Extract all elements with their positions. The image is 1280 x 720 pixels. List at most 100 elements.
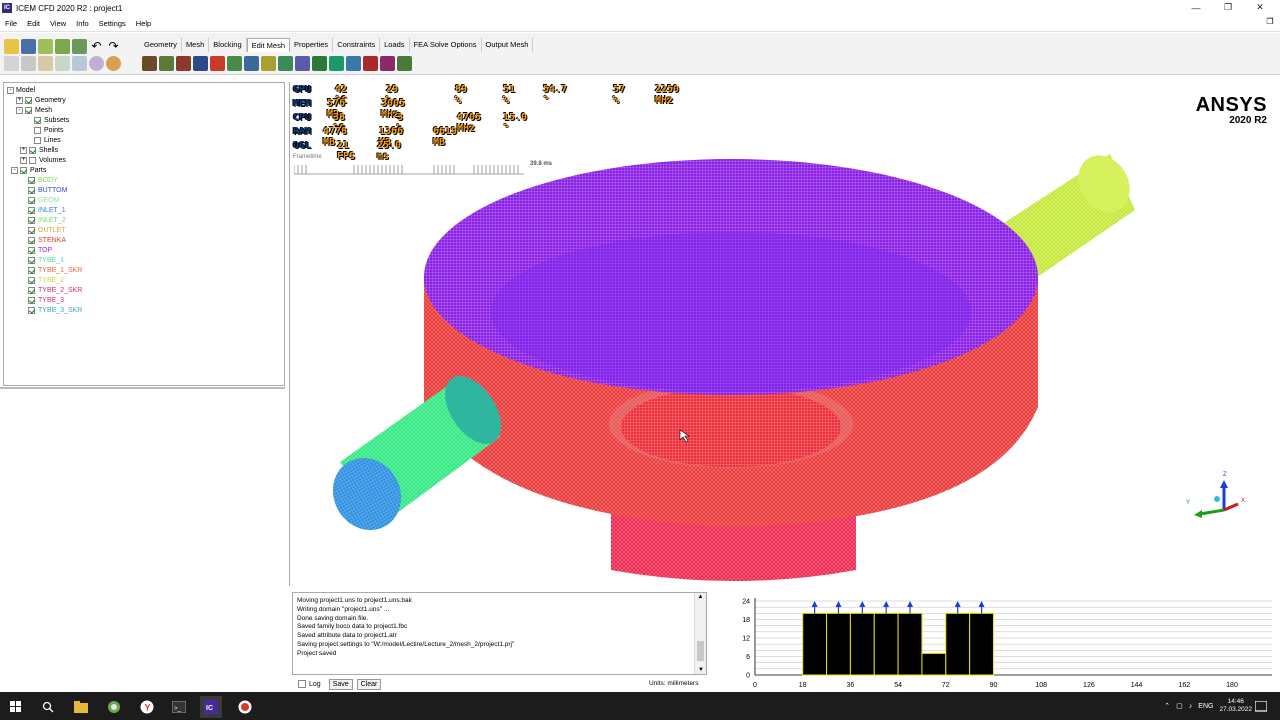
search-icon[interactable] [37, 696, 59, 718]
tab-constraints[interactable]: Constraints [333, 38, 381, 52]
delete-elements-icon[interactable] [380, 56, 395, 71]
geometry-checkbox[interactable] [25, 96, 32, 104]
menu-view[interactable]: View [45, 19, 71, 28]
volumes-checkbox[interactable] [29, 156, 36, 164]
tab-properties[interactable]: Properties [290, 38, 334, 52]
close-icon[interactable]: ✕ [1244, 0, 1276, 15]
menu-edit[interactable]: Edit [22, 19, 45, 28]
clear-log-button[interactable]: Clear [356, 678, 382, 690]
move-nodes-icon[interactable] [261, 56, 276, 71]
windows-start-icon[interactable] [5, 696, 27, 718]
browser-icon[interactable] [103, 696, 125, 718]
save-project-icon[interactable] [72, 39, 87, 54]
refresh-icon[interactable] [55, 56, 70, 71]
menu-file[interactable]: File [0, 19, 22, 28]
notifications-icon[interactable] [1250, 696, 1272, 718]
tab-loads[interactable]: Loads [380, 38, 410, 52]
network-icon[interactable]: ▢ [1176, 702, 1183, 710]
menu-help[interactable]: Help [131, 19, 156, 28]
tree-mesh-points[interactable]: Points [25, 125, 63, 135]
display-quality-icon[interactable] [159, 56, 174, 71]
tree-model[interactable]: - Model [7, 85, 35, 95]
tree-part[interactable]: TYBE_1 [28, 255, 64, 265]
part-checkbox[interactable] [28, 296, 35, 304]
open-icon[interactable] [4, 39, 19, 54]
tree-part[interactable]: TYBE_2_SKR [28, 285, 82, 295]
tree-part[interactable]: BODY [28, 175, 58, 185]
part-checkbox[interactable] [28, 246, 35, 254]
part-checkbox[interactable] [28, 206, 35, 214]
tree-mesh-shells[interactable]: + Shells [20, 145, 58, 155]
reorient-icon[interactable] [346, 56, 361, 71]
subsets-checkbox[interactable] [34, 116, 41, 124]
tab-edit-mesh[interactable]: Edit Mesh [246, 38, 290, 52]
tab-output-mesh[interactable]: Output Mesh [482, 38, 534, 52]
tree-part[interactable]: STENKA [28, 235, 66, 245]
part-checkbox[interactable] [28, 266, 35, 274]
tree-mesh-lines[interactable]: Lines [25, 135, 61, 145]
tree-part[interactable]: GEOM [28, 195, 59, 205]
tree-part[interactable]: INLET_2 [28, 215, 66, 225]
merge-nodes-icon[interactable] [227, 56, 242, 71]
delete-nodes-icon[interactable] [363, 56, 378, 71]
scroll-thumb[interactable] [697, 641, 704, 661]
scroll-up-icon[interactable]: ▲ [695, 594, 706, 600]
terminal-icon[interactable]: >_ [168, 696, 190, 718]
expand-icon[interactable]: + [20, 146, 27, 154]
edit-distributed-icon[interactable] [397, 56, 412, 71]
part-checkbox[interactable] [28, 286, 35, 294]
clock[interactable]: 14:46 27.03.2022 [1219, 698, 1252, 714]
histogram-chart[interactable]: 241812600 18 36 54 72 90 108 126 144 162 180 [712, 592, 1280, 692]
tree-part[interactable]: TYBE_1_SKR [28, 265, 82, 275]
tab-fea-solve-options[interactable]: FEA Solve Options [410, 38, 482, 52]
parts-checkbox[interactable] [20, 166, 27, 174]
graphics-viewport[interactable]: Z Y X ANSYS 2020 R2 GPU 42 °C 29 % 89 % 51 %… [289, 82, 1279, 586]
tree-part[interactable]: TYBE_3_SKR [28, 305, 82, 315]
quality-histogram[interactable]: 24 18 12 6 0 0 18 36 54 72 90 108 126 144 162 180 [712, 592, 1280, 692]
tree-part[interactable]: TYBE_3 [28, 295, 64, 305]
tab-geometry[interactable]: Geometry [140, 38, 182, 52]
log-checkbox[interactable] [298, 680, 306, 688]
mesh-checkbox[interactable] [25, 106, 32, 114]
expand-icon[interactable]: + [20, 156, 27, 164]
fit-window-icon[interactable] [4, 56, 19, 71]
check-mesh-icon[interactable] [142, 56, 157, 71]
renumber-icon[interactable] [329, 56, 344, 71]
part-checkbox[interactable] [28, 196, 35, 204]
tree-part[interactable]: TYBE_2 [28, 275, 64, 285]
transparency-icon[interactable] [106, 56, 121, 71]
language-indicator[interactable]: ENG [1198, 703, 1213, 710]
panel-splitter[interactable] [0, 387, 285, 389]
part-checkbox[interactable] [28, 176, 35, 184]
part-checkbox[interactable] [28, 306, 35, 314]
restore-icon[interactable]: ❐ [1264, 17, 1276, 29]
part-checkbox[interactable] [28, 276, 35, 284]
menu-settings[interactable]: Settings [94, 19, 131, 28]
tree-geometry[interactable]: + Geometry [16, 95, 66, 105]
speaker-icon[interactable]: ♪ [1189, 703, 1193, 710]
save-log-button[interactable]: Save [328, 678, 353, 690]
part-checkbox[interactable] [28, 256, 35, 264]
tree-part[interactable]: TOP [28, 245, 52, 255]
maximize-icon[interactable]: ❐ [1212, 0, 1244, 15]
repair-mesh-icon[interactable] [210, 56, 225, 71]
save-icon[interactable] [21, 39, 36, 54]
collapse-icon[interactable]: - [7, 86, 14, 94]
lines-checkbox[interactable] [34, 136, 41, 144]
part-checkbox[interactable] [28, 236, 35, 244]
points-checkbox[interactable] [34, 126, 41, 134]
tab-blocking[interactable]: Blocking [209, 38, 247, 52]
collapse-icon[interactable]: - [11, 166, 18, 174]
smooth-hexa-icon[interactable] [193, 56, 208, 71]
scroll-down-icon[interactable]: ▼ [695, 667, 707, 673]
undo-icon[interactable]: ↶ [89, 39, 104, 54]
message-console[interactable]: Moving project1.uns to project1.uns.bak W… [292, 592, 707, 675]
import-mesh-icon[interactable] [55, 39, 70, 54]
tree-part[interactable]: INLET_1 [28, 205, 66, 215]
tree-part[interactable]: OUTLET [28, 225, 66, 235]
chevron-up-icon[interactable]: ⌃ [1164, 702, 1170, 710]
tree-part[interactable]: BUTTOM [28, 185, 67, 195]
tree-parts[interactable]: - Parts [11, 165, 46, 175]
split-mesh-icon[interactable] [244, 56, 259, 71]
convert-mesh-icon[interactable] [295, 56, 310, 71]
